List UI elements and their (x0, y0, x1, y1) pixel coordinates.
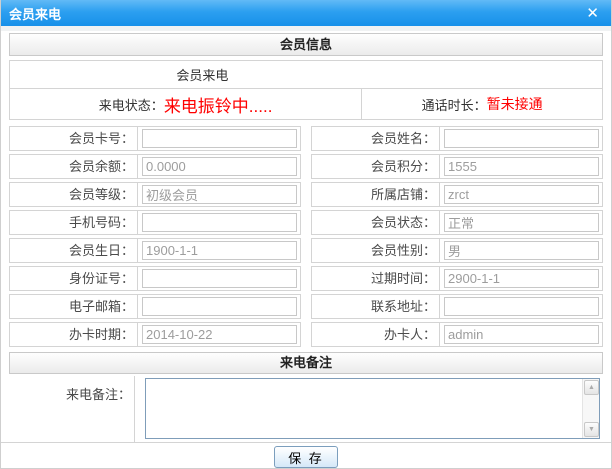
member-info-header: 会员信息 (9, 33, 603, 56)
remark-row: 来电备注： ▲ ▼ (0, 376, 612, 443)
field-label: 会员余额： (10, 155, 138, 178)
points-input[interactable] (444, 157, 599, 176)
member-call-dialog: 会员来电 ✕ 会员信息 会员来电 来电状态： 来电振铃中..... 通话时长： … (0, 0, 612, 469)
member-status-input[interactable] (444, 213, 599, 232)
form-row: 电子邮箱： (9, 294, 301, 319)
field-label: 会员生日： (10, 239, 138, 262)
field-label: 手机号码： (10, 211, 138, 234)
call-status-label: 来电状态： (99, 95, 164, 114)
call-duration-value: 暂未接通 (487, 94, 543, 114)
form-row: 联系地址： (311, 294, 603, 319)
field-label: 电子邮箱： (10, 295, 138, 318)
form-row: 会员等级： (9, 182, 301, 207)
close-icon[interactable]: ✕ (586, 6, 599, 21)
form-row: 办卡人： (311, 322, 603, 347)
call-duration-cell: 通话时长： 暂未接通 (362, 89, 602, 119)
expiry-date-input[interactable] (444, 269, 599, 288)
form-row: 会员姓名： (311, 126, 603, 151)
dialog-body: 会员信息 会员来电 来电状态： 来电振铃中..... 通话时长： 暂未接通 会员… (1, 31, 611, 469)
remark-textarea[interactable] (146, 379, 581, 438)
birthday-input[interactable] (142, 241, 297, 260)
field-label: 会员等级： (10, 183, 138, 206)
field-label: 会员姓名： (312, 127, 440, 150)
field-label: 过期时间： (312, 267, 440, 290)
titlebar: 会员来电 ✕ (1, 0, 611, 26)
form-row: 会员生日： (9, 238, 301, 263)
remark-section-header: 来电备注 (9, 352, 603, 374)
textarea-scrollbar[interactable]: ▲ ▼ (582, 379, 599, 438)
call-title: 会员来电 (10, 65, 395, 84)
form-row: 过期时间： (311, 266, 603, 291)
field-label: 身份证号： (10, 267, 138, 290)
form-row: 所属店铺： (311, 182, 603, 207)
field-label: 所属店铺： (312, 183, 440, 206)
form-row: 会员余额： (9, 154, 301, 179)
call-status-row: 来电状态： 来电振铃中..... 通话时长： 暂未接通 (10, 89, 602, 119)
form-row: 办卡时期： (9, 322, 301, 347)
member-level-input[interactable] (142, 185, 297, 204)
call-duration-label: 通话时长： (422, 95, 487, 114)
remark-label: 来电备注： (8, 376, 135, 442)
call-title-row: 会员来电 (10, 61, 602, 89)
form-row: 身份证号： (9, 266, 301, 291)
member-name-input[interactable] (444, 129, 599, 148)
id-number-input[interactable] (142, 269, 297, 288)
save-button[interactable]: 保 存 (274, 446, 338, 468)
footer: 保 存 (9, 443, 603, 469)
card-issuer-input[interactable] (444, 325, 599, 344)
field-label: 办卡人： (312, 323, 440, 346)
field-label: 会员卡号： (10, 127, 138, 150)
field-label: 会员状态： (312, 211, 440, 234)
call-status-value: 来电振铃中..... (164, 92, 273, 117)
balance-input[interactable] (142, 157, 297, 176)
phone-input[interactable] (142, 213, 297, 232)
card-date-input[interactable] (142, 325, 297, 344)
field-label: 会员性别： (312, 239, 440, 262)
form-row: 会员状态： (311, 210, 603, 235)
form-right-column: 会员姓名： 会员积分： 所属店铺： 会员状态： 会员性别： (311, 126, 603, 350)
address-input[interactable] (444, 297, 599, 316)
dialog-title: 会员来电 (9, 4, 61, 23)
call-status-cell: 来电状态： 来电振铃中..... (10, 89, 362, 119)
scroll-down-icon[interactable]: ▼ (584, 422, 599, 437)
call-info-box: 会员来电 来电状态： 来电振铃中..... 通话时长： 暂未接通 (9, 60, 603, 120)
form-left-column: 会员卡号： 会员余额： 会员等级： 手机号码： 会员生日： (9, 126, 301, 350)
scroll-up-icon[interactable]: ▲ (584, 380, 599, 395)
field-label: 联系地址： (312, 295, 440, 318)
form-row: 会员性别： (311, 238, 603, 263)
member-card-input[interactable] (142, 129, 297, 148)
form-row: 会员积分： (311, 154, 603, 179)
remark-textarea-box: ▲ ▼ (145, 378, 600, 439)
field-label: 办卡时期： (10, 323, 138, 346)
remark-field-area: ▲ ▼ (135, 376, 604, 442)
field-label: 会员积分： (312, 155, 440, 178)
email-input[interactable] (142, 297, 297, 316)
shop-input[interactable] (444, 185, 599, 204)
member-form: 会员卡号： 会员余额： 会员等级： 手机号码： 会员生日： (9, 126, 603, 350)
form-row: 手机号码： (9, 210, 301, 235)
form-row: 会员卡号： (9, 126, 301, 151)
gender-input[interactable] (444, 241, 599, 260)
